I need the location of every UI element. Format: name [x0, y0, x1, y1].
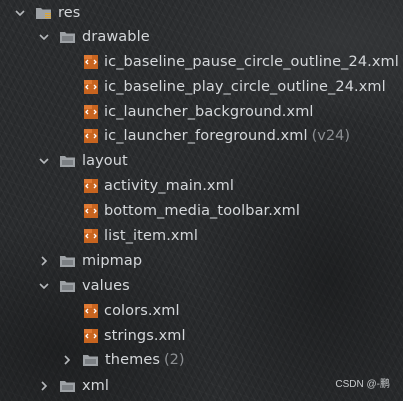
xml-file-icon — [83, 178, 99, 194]
folder-icon — [59, 279, 76, 293]
xml-file-icon — [83, 104, 99, 120]
tree-node-xml[interactable]: xml — [37, 373, 109, 398]
tree-node-label: values — [82, 277, 130, 294]
file-label: ic_launcher_background.xml — [104, 103, 314, 120]
child-count-hint: (2) — [164, 351, 185, 368]
chevron-down-icon[interactable] — [13, 6, 27, 20]
chevron-right-icon[interactable] — [37, 379, 51, 393]
xml-file-icon — [83, 203, 99, 219]
tree-file-activity-main[interactable]: activity_main.xml — [83, 173, 234, 198]
file-label: activity_main.xml — [104, 177, 234, 194]
tree-file-ic-launcher-foreground[interactable]: ic_launcher_foreground.xml (v24) — [83, 123, 350, 148]
chevron-down-icon[interactable] — [37, 30, 51, 44]
tree-file-ic-baseline-play[interactable]: ic_baseline_play_circle_outline_24.xml — [83, 74, 386, 99]
tree-node-label: themes — [105, 351, 160, 368]
tree-node-themes[interactable]: themes (2) — [60, 347, 185, 372]
tree-node-label: drawable — [82, 28, 150, 45]
tree-node-drawable[interactable]: drawable — [37, 24, 150, 49]
file-label: bottom_media_toolbar.xml — [104, 202, 301, 219]
tree-file-ic-baseline-pause[interactable]: ic_baseline_pause_circle_outline_24.xml — [83, 49, 399, 74]
xml-file-icon — [83, 54, 99, 70]
file-label: list_item.xml — [104, 227, 198, 244]
folder-icon — [59, 254, 76, 268]
xml-file-icon — [83, 303, 99, 319]
file-label: colors.xml — [104, 302, 180, 319]
tree-node-values[interactable]: values — [37, 273, 130, 298]
chevron-right-icon[interactable] — [60, 353, 74, 367]
tree-file-colors[interactable]: colors.xml — [83, 298, 180, 323]
file-label: strings.xml — [104, 327, 186, 344]
file-label: ic_baseline_play_circle_outline_24.xml — [104, 78, 386, 95]
folder-icon — [82, 353, 99, 367]
tree-file-bottom-media-toolbar[interactable]: bottom_media_toolbar.xml — [83, 198, 300, 223]
xml-file-icon — [83, 128, 99, 144]
watermark: CSDN @-鹏 — [335, 379, 390, 390]
resource-folder-icon — [35, 6, 52, 20]
folder-icon — [59, 379, 76, 393]
file-qualifier-hint: (v24) — [311, 127, 350, 144]
chevron-right-icon[interactable] — [37, 254, 51, 268]
xml-file-icon — [83, 328, 99, 344]
tree-node-label: xml — [82, 377, 110, 394]
tree-node-res[interactable]: res — [13, 0, 80, 25]
folder-icon — [59, 30, 76, 44]
tree-node-layout[interactable]: layout — [37, 148, 128, 173]
xml-file-icon — [83, 79, 99, 95]
folder-icon — [59, 154, 76, 168]
tree-file-ic-launcher-background[interactable]: ic_launcher_background.xml — [83, 99, 314, 124]
tree-node-label: layout — [82, 152, 128, 169]
project-tree: res drawable ic_baseline_pause_circle_ou… — [0, 0, 403, 401]
tree-node-label: mipmap — [82, 252, 143, 269]
file-label: ic_launcher_foreground.xml — [104, 127, 308, 144]
tree-node-label: res — [58, 4, 81, 21]
tree-file-list-item[interactable]: list_item.xml — [83, 223, 198, 248]
chevron-down-icon[interactable] — [37, 279, 51, 293]
file-label: ic_baseline_pause_circle_outline_24.xml — [104, 53, 399, 70]
chevron-down-icon[interactable] — [37, 154, 51, 168]
tree-node-mipmap[interactable]: mipmap — [37, 248, 142, 273]
xml-file-icon — [83, 228, 99, 244]
tree-file-strings[interactable]: strings.xml — [83, 323, 186, 348]
